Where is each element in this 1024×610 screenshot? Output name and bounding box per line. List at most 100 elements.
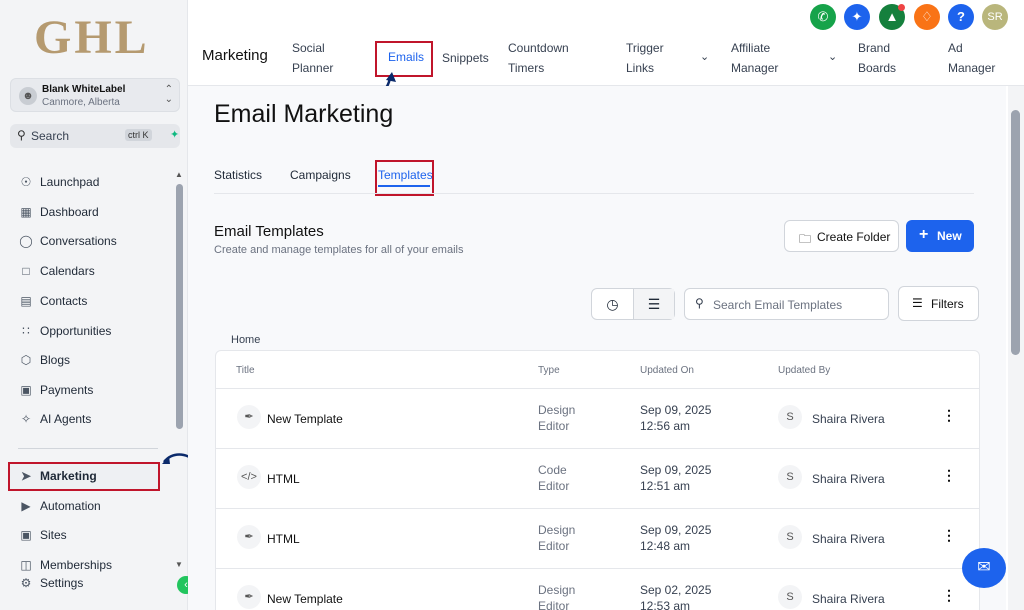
sidebar-item-label: Payments bbox=[40, 383, 94, 397]
tab-campaigns[interactable]: Campaigns bbox=[290, 168, 351, 182]
table-row[interactable]: ✒ New Template Design Editor Sep 09, 2025… bbox=[216, 388, 979, 448]
template-title[interactable]: HTML bbox=[267, 472, 300, 486]
page-title: Email Marketing bbox=[214, 100, 394, 128]
template-title[interactable]: HTML bbox=[267, 532, 300, 546]
chat-widget-icon[interactable]: ✉ bbox=[962, 548, 1006, 588]
search-icon: ⚲ bbox=[17, 128, 26, 142]
sidebar-item-sites[interactable]: ▣ Sites bbox=[18, 524, 66, 546]
updated-on: Sep 09, 2025 12:56 am bbox=[640, 402, 711, 434]
user-icon: ☻ bbox=[19, 87, 37, 105]
filters-button[interactable]: ☰ Filters bbox=[898, 286, 979, 321]
sidebar-item-blogs[interactable]: ⬡ Blogs bbox=[18, 349, 70, 371]
table-row[interactable]: ✒ New Template Design Editor Sep 02, 2025… bbox=[216, 568, 979, 610]
sidebar-item-ai-agents[interactable]: ✧ AI Agents bbox=[18, 408, 91, 430]
sidebar-item-label: Memberships bbox=[40, 558, 113, 572]
sidebar-item-label: Marketing bbox=[40, 469, 97, 483]
tab-countdown-timers[interactable]: Countdown Timers bbox=[508, 38, 569, 78]
funnel-icon: ∷ bbox=[22, 324, 30, 338]
tab-label: Timers bbox=[508, 61, 545, 75]
column-header-updated-by: Updated By bbox=[778, 365, 831, 376]
list-icon[interactable]: ☰ bbox=[633, 289, 674, 319]
updated-time: 12:53 am bbox=[640, 599, 691, 610]
updated-by: Shaira Rivera bbox=[812, 412, 885, 426]
sidebar-item-calendars[interactable]: □ Calendars bbox=[18, 260, 94, 282]
sidebar-item-marketing[interactable]: ➤ Marketing bbox=[18, 465, 97, 487]
more-options-icon[interactable]: ⋮ bbox=[942, 587, 956, 604]
more-options-icon[interactable]: ⋮ bbox=[942, 467, 956, 484]
scroll-down-icon[interactable]: ▼ bbox=[175, 560, 183, 569]
membership-icon: ◫ bbox=[20, 558, 32, 572]
help-icon[interactable]: ? bbox=[948, 4, 974, 30]
plus-icon: + bbox=[919, 226, 929, 243]
table-row[interactable]: ✒ HTML Design Editor Sep 09, 2025 12:48 am… bbox=[216, 508, 979, 568]
account-location: Canmore, Alberta bbox=[42, 97, 120, 108]
template-title[interactable]: New Template bbox=[267, 592, 343, 606]
updated-on: Sep 09, 2025 12:48 am bbox=[640, 522, 711, 554]
sidebar-item-label: AI Agents bbox=[40, 412, 92, 426]
sidebar-item-launchpad[interactable]: ☉ Launchpad bbox=[18, 171, 100, 193]
tab-brand-boards[interactable]: Brand Boards bbox=[858, 38, 896, 78]
type-line: Design bbox=[538, 523, 576, 537]
annotation-highlight-templates bbox=[375, 160, 434, 196]
scroll-up-icon[interactable]: ▲ bbox=[175, 170, 183, 179]
user-avatar[interactable]: SR bbox=[982, 4, 1008, 30]
sidebar-divider bbox=[18, 448, 158, 449]
blog-icon: ⬡ bbox=[20, 353, 32, 367]
tab-statistics[interactable]: Statistics bbox=[214, 168, 262, 182]
sidebar-item-conversations[interactable]: ◯ Conversations bbox=[18, 230, 116, 252]
create-folder-button[interactable]: 🗀 Create Folder bbox=[784, 220, 899, 252]
account-switcher[interactable]: ☻ Blank WhiteLabel Canmore, Alberta ⌃ ⌄ bbox=[10, 78, 180, 112]
sidebar-item-dashboard[interactable]: ▦ Dashboard bbox=[18, 201, 98, 223]
updated-by: Shaira Rivera bbox=[812, 532, 885, 546]
templates-table: Title Type Updated On Updated By ✒ New T… bbox=[215, 350, 980, 610]
template-title[interactable]: New Template bbox=[267, 412, 343, 426]
updated-date: Sep 02, 2025 bbox=[640, 583, 712, 597]
sidebar-item-label: Blogs bbox=[40, 353, 71, 367]
sidebar-item-contacts[interactable]: ▤ Contacts bbox=[18, 290, 87, 312]
sidebar-search[interactable]: ⚲ Search ctrl K ✦ bbox=[10, 124, 180, 148]
tab-snippets[interactable]: Snippets bbox=[442, 48, 489, 68]
tab-trigger-links[interactable]: Trigger Links bbox=[626, 38, 664, 78]
column-header-title: Title bbox=[236, 365, 255, 376]
sidebar-item-opportunities[interactable]: ∷ Opportunities bbox=[18, 320, 111, 342]
updated-date: Sep 09, 2025 bbox=[640, 403, 712, 417]
folder-icon: 🗀 bbox=[799, 232, 812, 246]
sparkle-icon: ✧ bbox=[20, 412, 32, 426]
type-line: Design bbox=[538, 403, 576, 417]
filters-label: Filters bbox=[931, 297, 964, 311]
tab-social-planner[interactable]: Social Planner bbox=[292, 38, 333, 78]
updated-time: 12:48 am bbox=[640, 539, 691, 553]
bell-icon[interactable]: ♢ bbox=[914, 4, 940, 30]
main-scrollbar[interactable] bbox=[1011, 110, 1020, 355]
updated-date: Sep 09, 2025 bbox=[640, 463, 712, 477]
search-label: Search bbox=[31, 129, 70, 143]
phone-icon[interactable]: ✆ bbox=[810, 4, 836, 30]
more-options-icon[interactable]: ⋮ bbox=[942, 407, 956, 424]
tab-label: Boards bbox=[858, 61, 897, 75]
bolt-icon[interactable]: ✦ bbox=[170, 128, 179, 141]
updated-by: Shaira Rivera bbox=[812, 472, 885, 486]
send-icon: ➤ bbox=[20, 469, 32, 483]
magic-icon[interactable]: ✦ bbox=[844, 4, 870, 30]
chevron-down-icon[interactable]: ⌄ bbox=[828, 50, 837, 63]
sidebar-item-label: Automation bbox=[40, 499, 101, 513]
template-search[interactable]: ⚲ Search Email Templates bbox=[684, 288, 889, 320]
avatar: S bbox=[778, 465, 802, 489]
new-template-button[interactable]: + New bbox=[906, 220, 974, 252]
more-options-icon[interactable]: ⋮ bbox=[942, 527, 956, 544]
chevron-down-icon[interactable]: ⌄ bbox=[700, 50, 709, 63]
tab-affiliate-manager[interactable]: Affiliate Manager bbox=[731, 38, 778, 78]
type-line: Editor bbox=[538, 479, 570, 493]
updated-time: 12:51 am bbox=[640, 479, 691, 493]
tab-ad-manager[interactable]: Ad Manager bbox=[948, 38, 995, 78]
brush-icon: ✒ bbox=[237, 525, 261, 549]
table-row[interactable]: </> HTML Code Editor Sep 09, 2025 12:51 am… bbox=[216, 448, 979, 508]
sidebar-item-payments[interactable]: ▣ Payments bbox=[18, 379, 93, 401]
sidebar-item-settings[interactable]: ⚙ Settings bbox=[18, 572, 84, 594]
tab-label: Trigger bbox=[626, 41, 664, 55]
clock-icon[interactable]: ◷ bbox=[592, 289, 633, 319]
type-line: Design bbox=[538, 583, 576, 597]
sidebar-scrollbar[interactable] bbox=[176, 184, 183, 429]
breadcrumb[interactable]: Home bbox=[231, 334, 260, 346]
sidebar-item-automation[interactable]: ▶ Automation bbox=[18, 495, 101, 517]
